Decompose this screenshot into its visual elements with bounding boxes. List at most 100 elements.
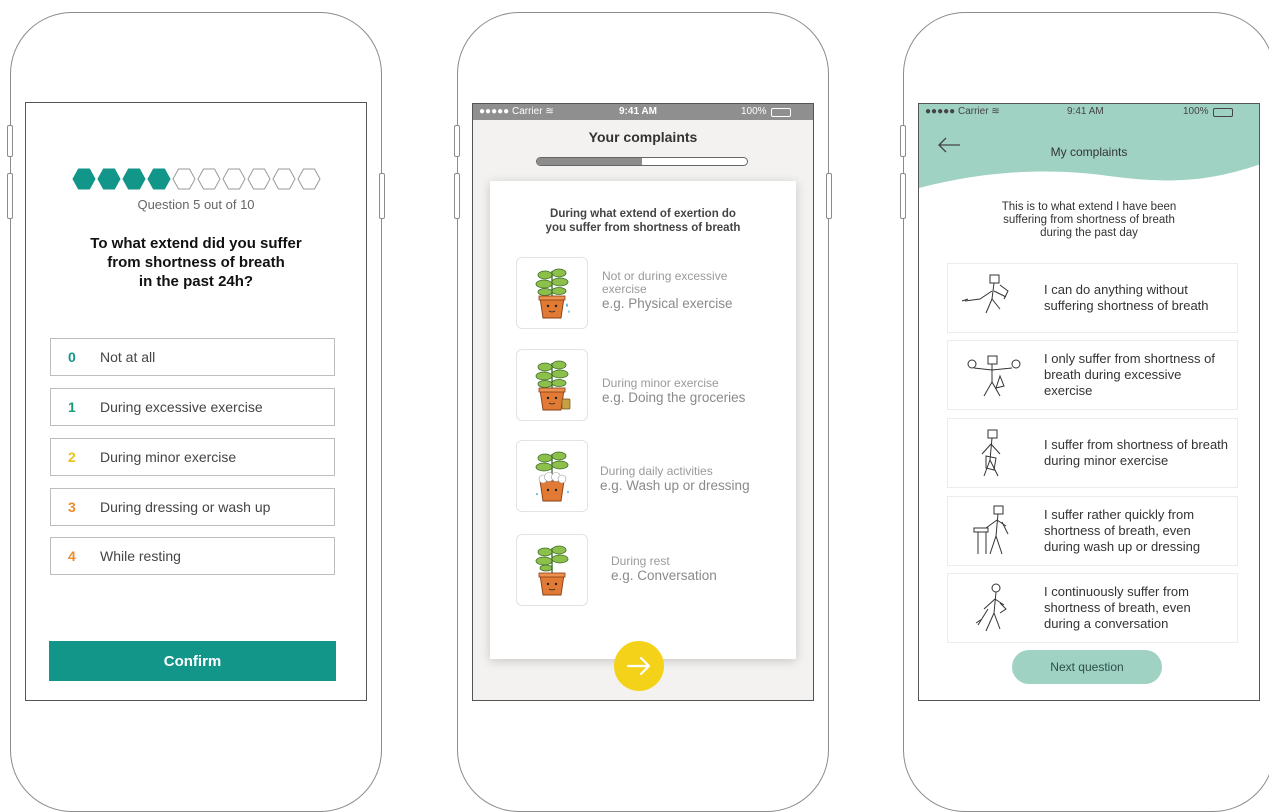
hexagon-complete [122,168,146,190]
plant-sweating-icon [535,268,570,319]
battery-level: 100% [1183,106,1209,117]
option-text[interactable]: Not or during excessive exercise e.g. Ph… [602,270,782,312]
next-button[interactable] [614,641,664,691]
phone-side-button [379,173,385,219]
answer-option-0[interactable]: 0 Not at all [50,338,335,376]
phone-side-button [900,173,906,219]
hexagon-pending [222,168,246,190]
page-title: Your complaints [588,129,698,145]
question-card: During what extend of exertion do you su… [490,181,796,659]
phone-side-button [7,173,13,219]
option-image-box[interactable] [516,349,588,421]
phone-side-button [7,125,13,157]
answer-option-1[interactable]: 1 During excessive exercise [50,388,335,426]
plant-walking-icon [535,360,571,411]
phone-frame-my-complaints: ●●●●● Carrier ≋ 9:41 AM 100% My complain… [900,12,1269,812]
answer-option-4[interactable]: I suffer rather quickly from shortness o… [947,496,1238,566]
option-number: 1 [68,399,76,415]
hexagon-pending [297,168,321,190]
option-example-text: e.g. Wash up or dressing [600,478,750,493]
carrier-signal: ●●●●● Carrier ≋ [479,106,554,117]
option-image-box[interactable] [516,534,588,606]
hexagon-pending [172,168,196,190]
answer-option-3[interactable]: 3 During dressing or wash up [50,488,335,526]
figure-talking-icon [975,583,1007,632]
intro-text-line: suffering from shortness of breath [1003,214,1175,226]
progress-bar [536,157,748,166]
option-label: During dressing or wash up [100,499,271,515]
option-main-text: During daily activities [600,464,713,478]
question-text-line: you suffer from shortness of breath [545,222,741,234]
status-time: 9:41 AM [619,106,657,117]
answer-option-3[interactable]: I suffer from shortness of breath during… [947,418,1238,488]
phone-side-button [454,173,460,219]
phone-frame-question: Question 5 out of 10 To what extend did … [7,12,385,812]
answer-text: I can do anything without suffering shor… [1044,282,1209,313]
option-number: 3 [68,499,76,515]
answer-option-2[interactable]: I only suffer from shortness of breath d… [947,340,1238,410]
answer-text: I suffer rather quickly from shortness o… [1044,507,1201,554]
complaints-screen: ●●●●● Carrier ≋ 9:41 AM 100% Your compla… [472,103,814,701]
carrier-signal: ●●●●● Carrier ≋ [925,106,1000,117]
phone-frame-complaints-plants: ●●●●● Carrier ≋ 9:41 AM 100% Your compla… [454,12,832,812]
intro-text: This is to what extend I have been suffe… [959,201,1219,240]
option-text[interactable]: During minor exercise e.g. Doing the gro… [602,376,782,406]
option-main-text: exercise [602,282,647,296]
option-label: During minor exercise [100,449,237,465]
battery-icon [1213,108,1233,117]
my-complaints-screen: ●●●●● Carrier ≋ 9:41 AM 100% My complain… [918,103,1260,701]
question-text: During what extend of exertion do you su… [510,207,776,235]
answer-option-5[interactable]: I continuously suffer from shortness of … [947,573,1238,643]
option-example-text: e.g. Conversation [611,568,717,583]
option-main-text: During rest [611,554,670,568]
question-title: To what extend did you suffer from short… [56,234,336,291]
option-label: While resting [100,548,181,564]
question-text-line: During what extend of exertion do [550,208,736,220]
hexagon-pending [197,168,221,190]
option-text[interactable]: During daily activities e.g. Wash up or … [600,464,780,494]
question-counter: Question 5 out of 10 [137,197,255,212]
hexagon-complete [72,168,96,190]
next-question-button[interactable]: Next question [1012,650,1162,684]
answer-text: I continuously suffer from shortness of … [1044,584,1191,631]
answer-option-1[interactable]: I can do anything without suffering shor… [947,263,1238,333]
phone-side-button [826,173,832,219]
hexagon-pending [272,168,296,190]
answer-option-2[interactable]: 2 During minor exercise [50,438,335,476]
progress-fill [537,158,642,165]
intro-text-line: during the past day [1040,227,1138,239]
option-text[interactable]: During rest e.g. Conversation [611,554,791,584]
figure-juggling-icon [967,355,1021,397]
status-bar: ●●●●● Carrier ≋ 9:41 AM 100% [919,104,1259,120]
option-number: 0 [68,349,76,365]
option-number: 2 [68,449,76,465]
hexagon-complete [147,168,171,190]
option-image-box[interactable] [516,440,588,512]
hexagon-pending [247,168,271,190]
option-example-text: e.g. Physical exercise [602,296,733,311]
status-time: 9:41 AM [1067,106,1104,117]
question-title-line: from shortness of breath [107,254,285,271]
question-title-line: To what extend did you suffer [90,235,302,252]
phone-side-button [900,125,906,157]
option-example-text: e.g. Doing the groceries [602,390,746,405]
figure-running-icon [961,274,1009,314]
status-bar: ●●●●● Carrier ≋ 9:41 AM 100% [473,104,813,120]
page-title: My complaints [1050,145,1128,159]
option-image-box[interactable] [516,257,588,329]
question-title-line: in the past 24h? [138,273,254,290]
hexagon-complete [97,168,121,190]
phone-side-button [454,125,460,157]
option-main-text: During minor exercise [602,376,719,390]
plant-resting-icon [535,545,569,596]
answer-text: I only suffer from shortness of breath d… [1044,351,1215,398]
battery-level: 100% [741,106,767,117]
confirm-button[interactable]: Confirm [49,641,336,681]
figure-walking-icon [981,429,1001,477]
arrow-right-icon [626,656,651,676]
question-progress-hexagons [72,168,324,190]
battery-icon [771,108,791,117]
question-screen: Question 5 out of 10 To what extend did … [25,102,367,701]
answer-option-4[interactable]: 4 While resting [50,537,335,575]
option-number: 4 [68,548,76,564]
